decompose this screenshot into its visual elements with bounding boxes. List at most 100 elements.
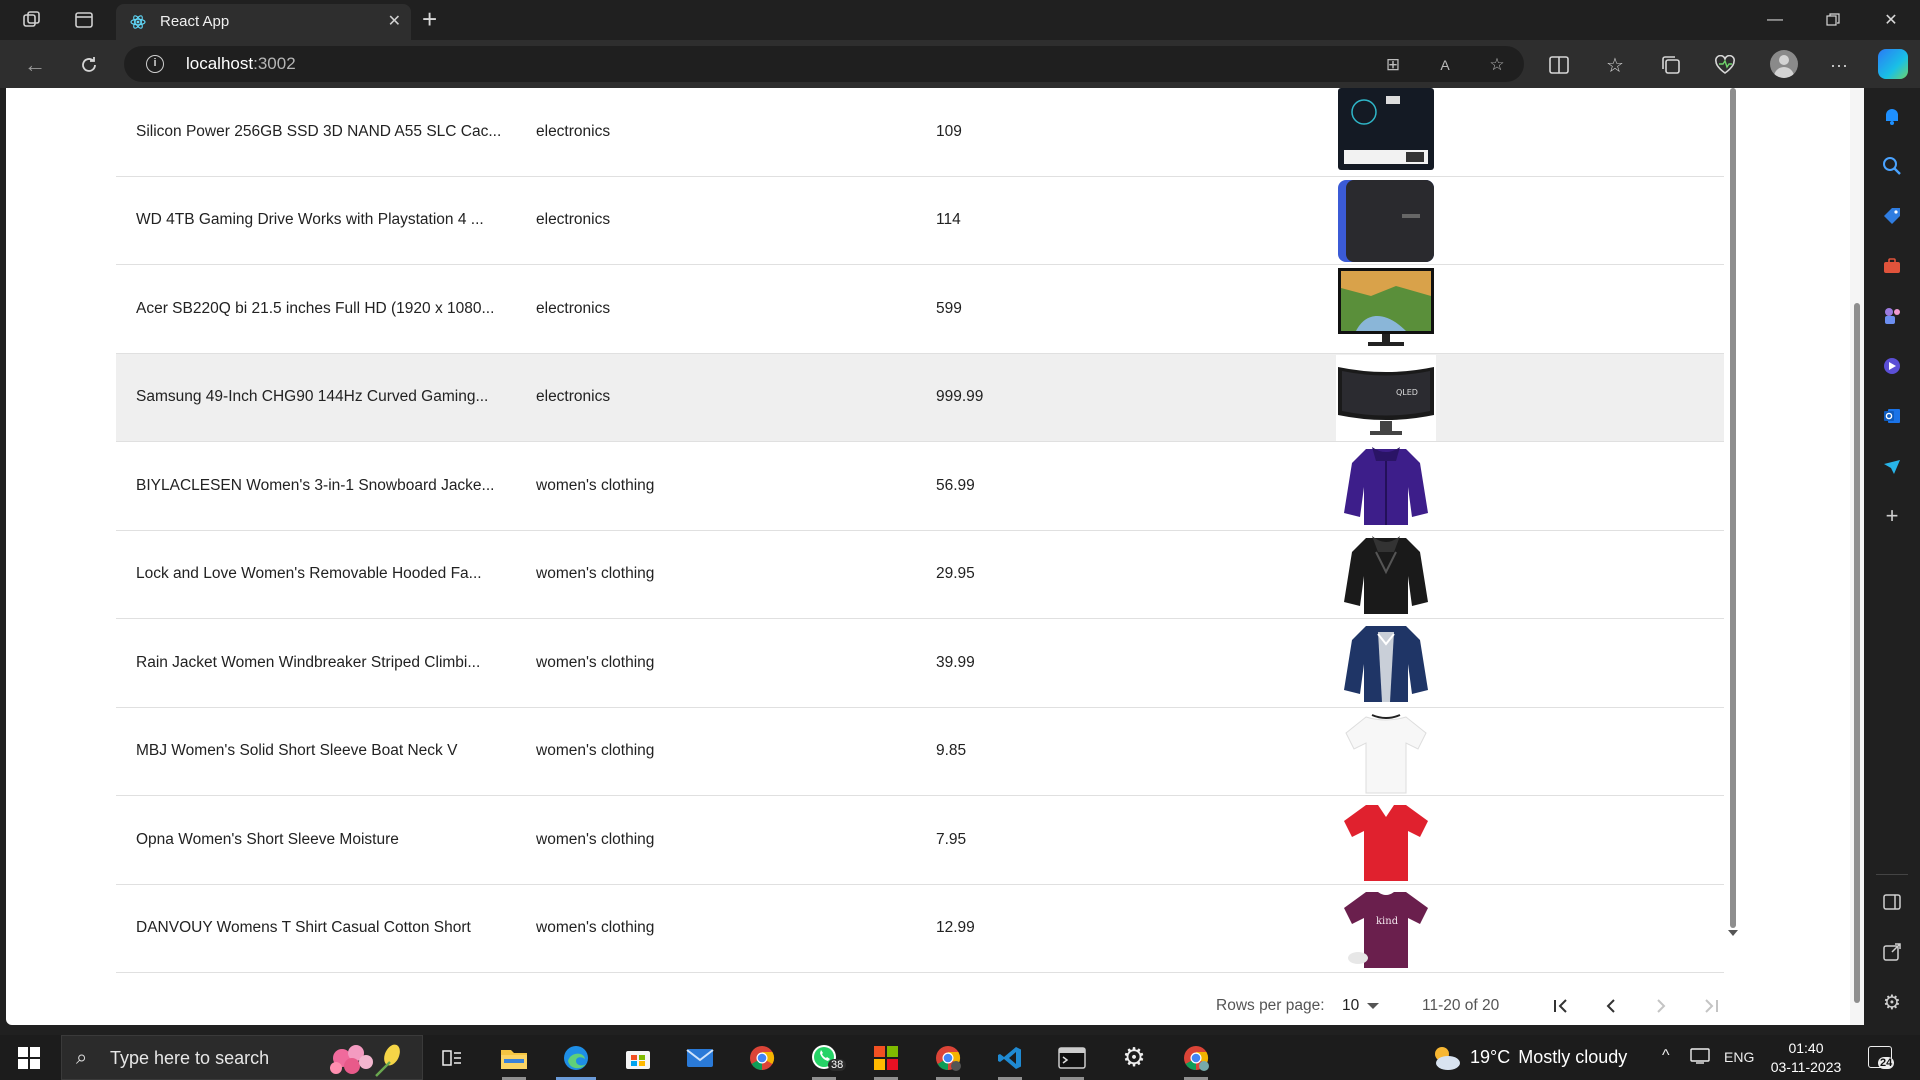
app-available-icon[interactable]: ⊞ [1382,54,1404,76]
first-page-button[interactable] [1548,993,1574,1019]
product-category-cell: women's clothing [536,476,655,494]
copilot-app-icon[interactable] [1880,354,1904,378]
table-row[interactable]: WD 4TB Gaming Drive Works with Playstati… [116,177,1724,265]
input-language[interactable]: ENG [1724,1049,1754,1065]
favorite-star-icon[interactable]: ☆ [1486,54,1508,76]
rows-per-page-label: Rows per page: [1216,997,1325,1014]
refresh-icon[interactable] [76,52,102,78]
table-row[interactable]: Samsung 49-Inch CHG90 144Hz Curved Gamin… [116,353,1724,442]
favorites-icon[interactable]: ☆ [1602,52,1628,78]
address-bar: ← i localhost:3002 ⊞ A ☆ ☆ ··· [0,40,1920,88]
network-display-icon[interactable] [1690,1047,1710,1070]
product-price-cell: 39.99 [936,653,975,671]
table-row[interactable]: Opna Women's Short Sleeve Moisture women'… [116,796,1724,885]
hide-sidebar-icon[interactable] [1880,890,1904,914]
table-row[interactable]: Silicon Power 256GB SSD 3D NAND A55 SLC … [116,88,1724,177]
tab-title: React App [160,13,230,30]
clock-time: 01:40 [1788,1040,1824,1056]
minimize-icon[interactable]: — [1760,8,1790,32]
last-page-button[interactable] [1698,993,1724,1019]
terminal-icon[interactable] [1044,1035,1100,1080]
next-page-button[interactable] [1648,993,1674,1019]
product-image-white-top [1336,708,1436,795]
back-icon[interactable]: ← [22,52,48,78]
profile-avatar[interactable] [1770,50,1798,78]
edge-sidebar: + ⚙ [1864,88,1920,1025]
pagination-bar: Rows per page: 10 11-20 of 20 [116,973,1724,1025]
close-tab-icon[interactable]: ✕ [388,13,401,31]
chrome-second-icon[interactable] [1168,1035,1224,1080]
collections-icon[interactable] [1658,52,1684,78]
search-placeholder: Type here to search [110,1048,270,1068]
product-price-cell: 29.95 [936,565,975,583]
site-info-icon[interactable]: i [146,55,164,73]
notifications-bell-icon[interactable] [1880,104,1904,128]
sidebar-settings-icon[interactable]: ⚙ [1880,990,1904,1014]
product-category-cell: electronics [536,211,611,229]
vertical-tabs-icon[interactable] [72,8,96,32]
chrome-icon[interactable] [734,1035,790,1080]
table-row[interactable]: Acer SB220Q bi 21.5 inches Full HD (1920… [116,265,1724,354]
settings-gear-icon[interactable]: ⚙ [1106,1035,1162,1080]
more-options-icon[interactable]: ··· [1826,52,1852,78]
page-scrollbar-thumb[interactable] [1854,303,1860,1003]
taskbar-search[interactable]: ⌕ Type here to search [61,1035,423,1080]
table-scrollbar-thumb[interactable] [1730,88,1736,928]
outlook-icon[interactable] [1880,404,1904,428]
new-tab-button[interactable]: + [422,6,437,32]
previous-page-button[interactable] [1598,993,1624,1019]
product-price-cell: 12.99 [936,919,975,937]
url-field[interactable]: i localhost:3002 ⊞ A ☆ [124,46,1524,82]
games-icon[interactable] [1880,304,1904,328]
table-row[interactable]: DANVOUY Womens T Shirt Casual Cotton Sho… [116,885,1724,973]
table-row[interactable]: BIYLACLESEN Women's 3-in-1 Snowboard Jac… [116,442,1724,531]
show-hidden-icons-chevron[interactable]: ^ [1662,1047,1670,1065]
product-price-cell: 109 [936,122,962,140]
windows-taskbar: ⌕ Type here to search 38 ⚙ 19°C Mostly c… [0,1035,1920,1080]
product-price-cell: 7.95 [936,830,967,848]
restore-icon[interactable] [1818,8,1848,32]
whatsapp-icon[interactable]: 38 [796,1035,852,1080]
close-window-icon[interactable]: ✕ [1876,8,1906,32]
svg-text:QLED: QLED [1396,388,1418,397]
open-external-icon[interactable] [1880,940,1904,964]
edge-browser-icon[interactable] [548,1035,604,1080]
product-title-cell: Silicon Power 256GB SSD 3D NAND A55 SLC … [136,122,502,140]
office-app-icon[interactable] [858,1035,914,1080]
system-clock[interactable]: 01:40 03-11-2023 [1764,1039,1848,1077]
tab-react-app[interactable]: React App ✕ [116,4,411,40]
product-title-cell: BIYLACLESEN Women's 3-in-1 Snowboard Jac… [136,476,495,494]
weather-temperature: 19°C [1470,1047,1511,1067]
svg-text:kind: kind [1376,916,1399,927]
add-sidebar-app-icon[interactable]: + [1880,503,1904,528]
table-row[interactable]: Lock and Love Women's Removable Hooded F… [116,531,1724,619]
browser-essentials-icon[interactable] [1712,52,1738,78]
windows-start-icon[interactable] [18,1047,40,1069]
send-drop-icon[interactable] [1880,454,1904,478]
table-row[interactable]: MBJ Women's Solid Short Sleeve Boat Neck… [116,708,1724,796]
mail-icon[interactable] [672,1035,728,1080]
product-image-navy-jacket [1336,620,1436,706]
tools-briefcase-icon[interactable] [1880,254,1904,278]
page-scrollbar[interactable] [1850,88,1864,1025]
read-aloud-icon[interactable]: A [1434,54,1456,76]
chrome-profile-icon[interactable] [920,1035,976,1080]
search-icon[interactable] [1880,154,1904,178]
shopping-tag-icon[interactable] [1880,204,1904,228]
split-screen-icon[interactable] [1546,52,1572,78]
sidebar-divider [1876,874,1908,875]
dropdown-caret-icon [1367,1002,1380,1009]
workspaces-icon[interactable] [20,8,44,32]
task-view-icon[interactable] [424,1035,480,1080]
scroll-down-arrow[interactable] [1728,930,1738,936]
table-row[interactable]: Rain Jacket Women Windbreaker Striped Cl… [116,619,1724,708]
microsoft-store-icon[interactable] [610,1035,666,1080]
table-scrollbar[interactable] [1726,88,1740,943]
notification-count-badge: 24 [1878,1057,1895,1069]
file-explorer-icon[interactable] [486,1035,542,1080]
product-title-cell: DANVOUY Womens T Shirt Casual Cotton Sho… [136,919,471,937]
vscode-icon[interactable] [982,1035,1038,1080]
copilot-icon[interactable] [1878,49,1908,79]
weather-widget[interactable]: 19°C Mostly cloudy [1430,1035,1627,1080]
rows-per-page-select[interactable]: 10 [1342,997,1380,1015]
